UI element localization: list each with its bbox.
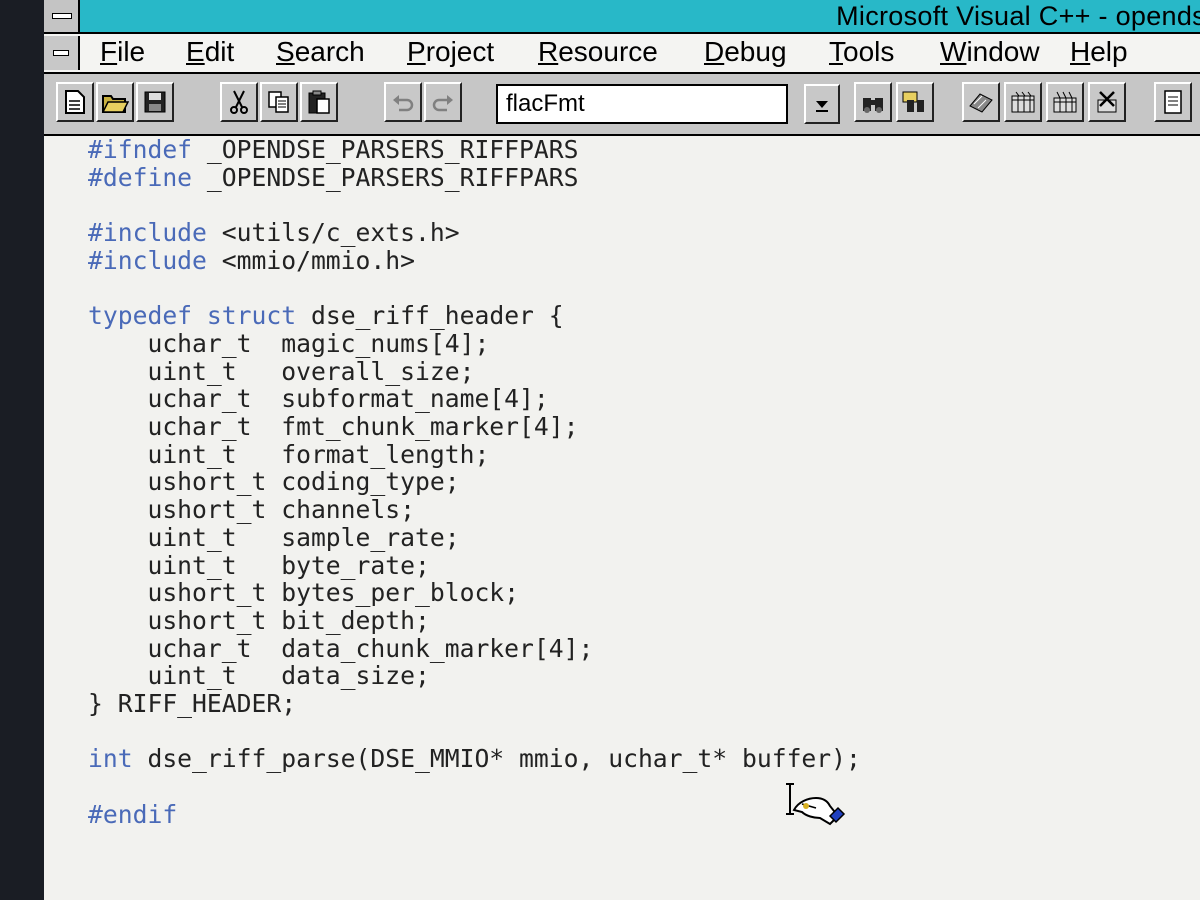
mouse-pointer-icon [786,783,846,826]
code-token: ushort_t bytes_per_block; [88,578,520,608]
title-bar[interactable]: Microsoft Visual C++ - opends [44,0,1200,34]
code-token: uint_t byte_rate; [88,550,430,580]
menu-tools[interactable]: Tools [829,34,894,72]
code-token: uint_t data_size; [88,661,430,691]
code-editor[interactable]: #ifndef _OPENDSE_PARSERS_RIFFPARS #defin… [44,136,1200,900]
code-token: uchar_t subformat_name[4]; [88,384,549,414]
scissors-icon[interactable] [220,82,258,122]
screen: Microsoft Visual C++ - opends File Edit … [44,0,1200,900]
menu-help[interactable]: Help [1070,34,1128,72]
compile-icon[interactable] [962,82,1000,122]
paste-icon[interactable] [300,82,338,122]
code-keyword: typedef [88,301,193,331]
save-disk-icon[interactable] [136,82,174,122]
menu-project[interactable]: Project [407,34,494,72]
find-combo-value: flacFmt [506,90,585,117]
code-keyword: struct [206,301,297,331]
code-token: uint_t sample_rate; [88,522,460,552]
code-text[interactable]: #ifndef _OPENDSE_PARSERS_RIFFPARS #defin… [88,136,861,829]
menu-file[interactable]: File [100,34,145,72]
code-token: } RIFF_HEADER; [88,689,297,719]
code-token: <utils/c_exts.h> [206,218,460,248]
code-token: dse_riff_parse(DSE_MMIO* mmio, uchar_t* … [132,744,861,774]
app-control-menu-icon[interactable] [44,0,80,32]
menu-search[interactable]: Search [276,34,365,72]
code-keyword: #include [88,218,207,248]
code-token: <mmio/mmio.h> [206,245,415,275]
new-file-icon[interactable] [56,82,94,122]
code-token: _OPENDSE_PARSERS_RIFFPARS [192,135,579,164]
build-icon[interactable] [1004,82,1042,122]
chevron-down-icon[interactable] [804,84,840,124]
menu-edit[interactable]: Edit [186,34,234,72]
code-token: ushort_t coding_type; [88,467,460,497]
find-in-files-icon[interactable] [896,82,934,122]
code-token: dse_riff_header { [296,301,564,331]
open-folder-icon[interactable] [96,82,134,122]
stop-build-icon[interactable] [1088,82,1126,122]
code-keyword: int [88,744,133,774]
code-token: uint_t format_length; [88,439,490,469]
code-token: uchar_t data_chunk_marker[4]; [88,633,594,663]
code-keyword: #endif [88,799,178,829]
code-keyword: #ifndef [88,135,193,164]
document-control-menu-icon[interactable] [44,36,80,70]
code-token: uint_t overall_size; [88,356,475,386]
undo-icon[interactable] [384,82,422,122]
redo-icon[interactable] [424,82,462,122]
menu-window[interactable]: Window [940,34,1040,72]
code-token: uchar_t fmt_chunk_marker[4]; [88,412,579,442]
find-combo-box[interactable]: flacFmt [496,84,788,124]
menu-bar: File Edit Search Project Resource Debug … [44,34,1200,74]
document-icon[interactable] [1154,82,1192,122]
code-token: _OPENDSE_PARSERS_RIFFPARS [192,162,579,192]
menu-resource[interactable]: Resource [538,34,658,72]
menu-debug[interactable]: Debug [704,34,787,72]
code-token: ushort_t bit_depth; [88,605,430,635]
copy-icon[interactable] [260,82,298,122]
code-keyword: #include [88,245,207,275]
window-title: Microsoft Visual C++ - opends [836,1,1200,31]
code-token: ushort_t channels; [88,495,415,525]
code-keyword: #define [88,162,193,192]
toolbar: flacFmt [44,74,1200,136]
code-token: uchar_t magic_nums[4]; [88,328,490,358]
rebuild-all-icon[interactable] [1046,82,1084,122]
binoculars-icon[interactable] [854,82,892,122]
